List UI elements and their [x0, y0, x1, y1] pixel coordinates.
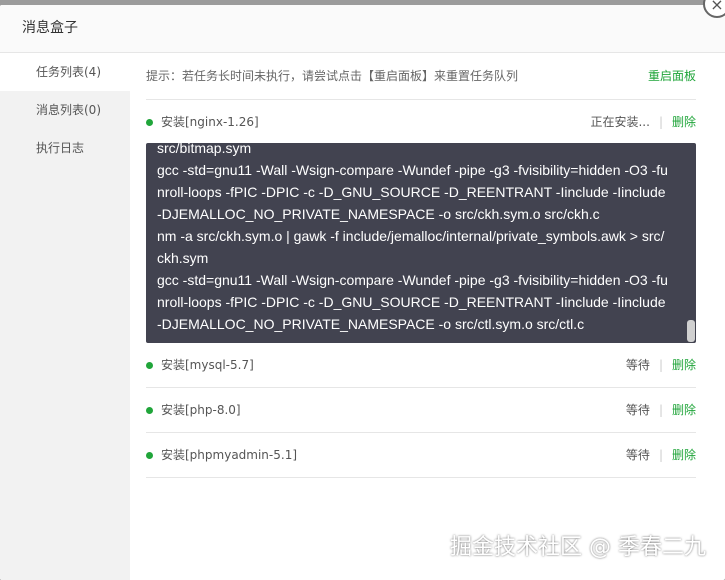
status-dot-icon [146, 451, 153, 459]
task-row-php: 安装[php-8.0] 等待 | 删除 [146, 388, 696, 433]
delete-button[interactable]: 删除 [672, 448, 696, 462]
status-dot-icon [146, 406, 153, 414]
delete-button[interactable]: 删除 [672, 115, 696, 129]
task-name: 安装[php-8.0] [161, 403, 241, 417]
task-panel: 提示：若任务长时间未执行，请尝试点击【重启面板】来重置任务队列 重启面板 安装[… [146, 53, 696, 580]
sidebar-item-message-list[interactable]: 消息列表(0) [0, 91, 130, 129]
separator: | [658, 448, 663, 462]
task-row-phpmyadmin: 安装[phpmyadmin-5.1] 等待 | 删除 [146, 433, 696, 478]
task-actions: 等待 | 删除 [626, 343, 696, 387]
tip-row: 提示：若任务长时间未执行，请尝试点击【重启面板】来重置任务队列 重启面板 [146, 53, 696, 100]
delete-button[interactable]: 删除 [672, 403, 696, 417]
task-name: 安装[nginx-1.26] [161, 115, 259, 129]
watermark: 掘金技术社区 @ 季春二九 [450, 535, 706, 560]
dialog-title: 消息盒子 [0, 5, 725, 53]
tip-text: 提示：若任务长时间未执行，请尝试点击【重启面板】来重置任务队列 [146, 69, 519, 83]
log-scrollbar[interactable] [687, 320, 695, 342]
log-line: gcc -std=gnu11 -Wall -Wsign-compare -Wun… [157, 162, 668, 222]
task-name: 安装[mysql-5.7] [161, 358, 254, 372]
delete-button[interactable]: 删除 [672, 358, 696, 372]
sidebar-item-execution-log[interactable]: 执行日志 [0, 129, 130, 167]
restart-panel-link[interactable]: 重启面板 [648, 53, 696, 99]
task-actions: 正在安装... | 删除 [590, 101, 696, 143]
log-line: gcc -std=gnu11 -Wall -Wsign-compare -Wun… [157, 272, 668, 332]
task-actions: 等待 | 删除 [626, 388, 696, 432]
log-line: nm -a src/ckh.sym.o | gawk -f include/je… [157, 228, 665, 266]
log-line: src/bitmap.sym [157, 143, 252, 156]
separator: | [658, 403, 663, 417]
sidebar-item-task-list[interactable]: 任务列表(4) [0, 53, 130, 91]
task-row-mysql: 安装[mysql-5.7] 等待 | 删除 [146, 343, 696, 388]
task-status: 等待 [625, 358, 650, 372]
separator: | [658, 358, 663, 372]
separator: | [658, 115, 663, 129]
message-box-dialog: 消息盒子 任务列表(4) 消息列表(0) 执行日志 提示：若任务长时间未执行，请… [0, 5, 725, 580]
task-status: 等待 [625, 403, 650, 417]
status-dot-icon [146, 118, 153, 126]
task-actions: 等待 | 删除 [626, 433, 696, 477]
task-status: 等待 [625, 448, 650, 462]
task-row-nginx: 安装[nginx-1.26] 正在安装... | 删除 [146, 101, 696, 143]
status-dot-icon [146, 361, 153, 369]
task-status: 正在安装... [590, 115, 650, 129]
install-log-console[interactable]: src/bitmap.sym gcc -std=gnu11 -Wall -Wsi… [146, 143, 696, 343]
task-name: 安装[phpmyadmin-5.1] [161, 448, 298, 462]
sidebar: 任务列表(4) 消息列表(0) 执行日志 [0, 53, 130, 580]
log-content: src/bitmap.sym gcc -std=gnu11 -Wall -Wsi… [157, 143, 669, 335]
